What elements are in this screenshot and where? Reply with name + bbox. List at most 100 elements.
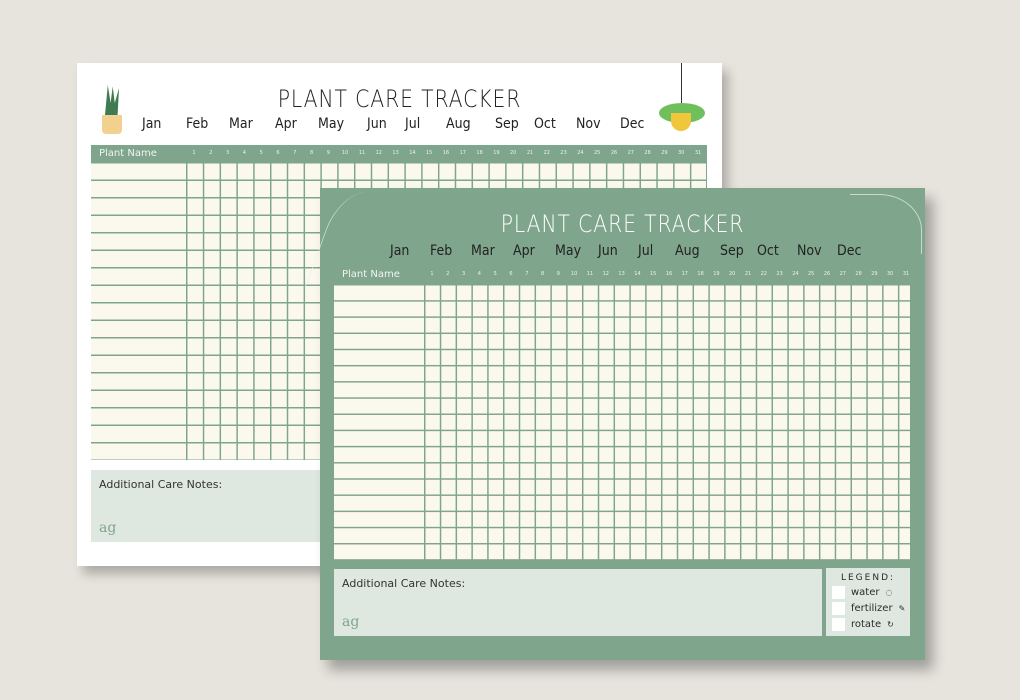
day-number: 16 (665, 271, 673, 277)
day-number: 30 (887, 271, 894, 277)
day-number: 8 (310, 150, 314, 156)
day-number: 3 (226, 150, 230, 156)
day-number: 31 (902, 271, 910, 277)
day-number: 30 (678, 150, 685, 156)
day-number: 14 (409, 150, 416, 156)
day-number: 13 (392, 150, 399, 156)
care-notes-box[interactable]: Additional Care Notes: ag (334, 569, 822, 636)
brand-logo: ag (342, 614, 360, 630)
tracker-title: PLANT CARE TRACKER (277, 85, 522, 113)
day-number: 24 (577, 150, 584, 156)
month-jan: Jan (390, 243, 410, 259)
day-number: 21 (744, 271, 752, 277)
day-number: 15 (650, 271, 657, 277)
day-number: 9 (556, 271, 560, 277)
day-number: 20 (510, 150, 517, 156)
fertilizer-checkbox[interactable] (832, 602, 845, 615)
day-number: 28 (855, 271, 862, 277)
day-number: 17 (681, 271, 688, 277)
day-number: 21 (526, 150, 534, 156)
water-checkbox[interactable] (832, 586, 845, 599)
water-drop-icon: ◌ (885, 588, 893, 597)
day-number: 22 (543, 150, 550, 156)
day-number: 16 (442, 150, 450, 156)
day-number: 20 (729, 271, 736, 277)
legend-item-fertilizer: fertilizer ✎ (832, 602, 910, 615)
month-may: May (318, 116, 345, 132)
care-notes-box[interactable]: Additional Care Notes: ag (91, 470, 341, 542)
day-number: 26 (610, 150, 618, 156)
grid-header: Plant Name 1 2 3 4 5 6 7 8 9 10 11 12 13 14 15 16 17 18 19… (91, 145, 707, 162)
month-jan: Jan (142, 116, 162, 132)
month-dec: Dec (837, 243, 862, 259)
day-number: 29 (661, 150, 668, 156)
tracker-title: PLANT CARE TRACKER (500, 210, 745, 238)
day-number: 19 (493, 150, 500, 156)
day-number: 7 (293, 150, 297, 156)
day-number: 15 (426, 150, 433, 156)
day-number: 9 (326, 150, 330, 156)
day-number: 19 (713, 271, 720, 277)
month-jul: Jul (405, 116, 421, 132)
tracking-grid[interactable] (334, 284, 911, 560)
day-number: 23 (776, 271, 783, 277)
day-number: 23 (560, 150, 567, 156)
day-number: 24 (792, 271, 799, 277)
day-number: 10 (342, 150, 349, 156)
rotate-icon: ↻ (887, 620, 894, 629)
day-number: 29 (871, 271, 878, 277)
day-number: 6 (509, 271, 513, 277)
month-dec: Dec (620, 116, 645, 132)
month-mar: Mar (229, 116, 253, 132)
day-number: 4 (477, 271, 481, 277)
day-number: 18 (476, 150, 483, 156)
month-may: May (555, 243, 582, 259)
month-aug: Aug (675, 243, 700, 259)
month-apr: Apr (513, 243, 535, 259)
plant-name-header: Plant Name (99, 148, 157, 159)
front-tracker-sheet: PLANT CARE TRACKER Jan Feb Mar Apr May Jun Jul… (304, 188, 925, 660)
month-apr: Apr (275, 116, 297, 132)
month-feb: Feb (186, 116, 209, 132)
day-number: 2 (446, 271, 450, 277)
legend-item-water: water ◌ (832, 586, 910, 599)
day-number: 1 (192, 150, 196, 156)
month-nov: Nov (576, 116, 601, 132)
month-sep: Sep (720, 243, 744, 259)
day-number: 3 (462, 271, 466, 277)
brand-logo: ag (99, 520, 117, 536)
day-number: 22 (760, 271, 767, 277)
rotate-checkbox[interactable] (832, 618, 845, 631)
plant-name-header: Plant Name (342, 269, 400, 280)
day-number: 8 (541, 271, 545, 277)
notes-label: Additional Care Notes: (99, 478, 223, 491)
grid-header: Plant Name 1 2 3 4 5 6 7 8 9 10 11 12 13 14 15 16 17 18 19… (334, 266, 911, 282)
day-number: 17 (459, 150, 466, 156)
legend-title: LEGEND: (840, 573, 896, 583)
day-number: 27 (627, 150, 634, 156)
month-jun: Jun (367, 116, 387, 132)
day-number: 11 (586, 271, 594, 277)
month-aug: Aug (446, 116, 471, 132)
notes-label: Additional Care Notes: (342, 577, 466, 590)
month-jun: Jun (598, 243, 618, 259)
month-mar: Mar (471, 243, 495, 259)
day-number: 5 (259, 150, 263, 156)
month-feb: Feb (430, 243, 453, 259)
day-number: 26 (823, 271, 831, 277)
day-number: 25 (594, 150, 601, 156)
month-oct: Oct (757, 243, 779, 259)
legend-box: LEGEND: water ◌ fertilizer ✎ rotate ↻ (826, 568, 910, 636)
day-number: 4 (242, 150, 246, 156)
day-number: 25 (808, 271, 815, 277)
month-sep: Sep (495, 116, 519, 132)
day-number: 10 (571, 271, 578, 277)
day-number: 12 (375, 150, 382, 156)
day-number: 28 (644, 150, 651, 156)
day-number: 14 (634, 271, 641, 277)
day-number: 13 (618, 271, 625, 277)
month-jul: Jul (638, 243, 654, 259)
day-number: 1 (430, 271, 434, 277)
fertilizer-icon: ✎ (898, 604, 906, 613)
day-number: 18 (697, 271, 704, 277)
